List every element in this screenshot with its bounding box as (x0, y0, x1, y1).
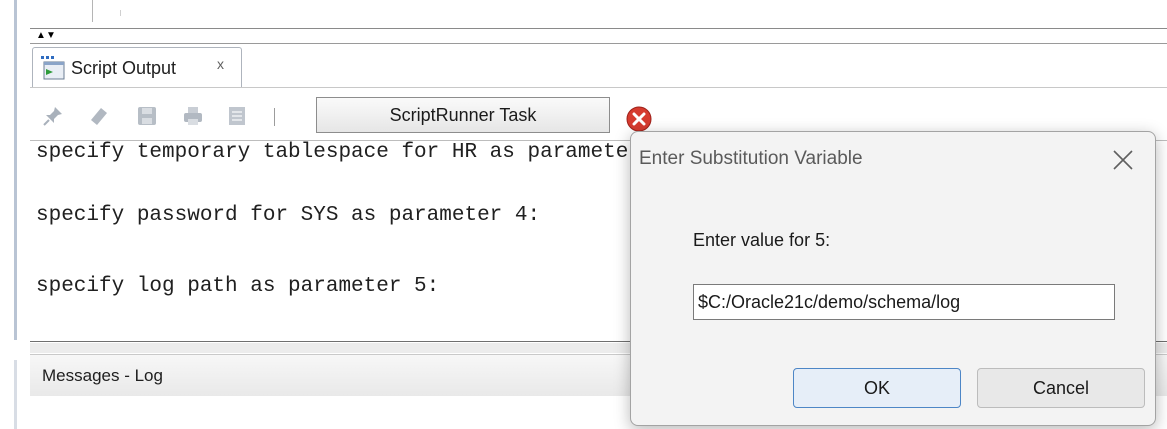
close-icon[interactable] (1103, 140, 1143, 180)
dialog-prompt: Enter value for 5: (693, 230, 831, 250)
pin-icon[interactable] (42, 105, 64, 127)
cancel-button[interactable]: Cancel (977, 368, 1145, 408)
top-separator (92, 0, 93, 22)
messages-log-label: Messages - Log (42, 366, 163, 385)
ok-button[interactable]: OK (793, 368, 961, 408)
panel-min-max-control[interactable]: ▲ ▼ (34, 30, 58, 42)
save-icon[interactable] (136, 105, 158, 127)
output-line: specify password for SYS as parameter 4: (36, 204, 541, 227)
left-frame-border (14, 0, 17, 340)
output-line: specify temporary tablespace for HR as p… (36, 141, 679, 164)
dialog-title: Enter Substitution Variable (639, 148, 863, 169)
triangle-up-icon[interactable]: ▲ (36, 30, 46, 42)
close-icon[interactable]: x (217, 56, 224, 72)
task-label: ScriptRunner Task (389, 104, 537, 125)
print-icon[interactable] (182, 105, 204, 127)
output-line: specify log path as parameter 5: (36, 275, 440, 298)
eraser-icon[interactable] (88, 105, 110, 127)
script-output-icon (41, 56, 65, 80)
top-tick (120, 10, 121, 16)
panel-divider (30, 43, 1167, 44)
top-strip (0, 0, 1167, 30)
triangle-down-icon[interactable]: ▼ (46, 30, 56, 42)
substitution-value-input[interactable] (693, 284, 1115, 320)
tab-script-output[interactable]: Script Output x (32, 47, 242, 87)
toolbar-separator (274, 108, 275, 126)
tab-label: Script Output (71, 58, 177, 78)
task-selector[interactable]: ScriptRunner Task (316, 97, 610, 133)
substitution-variable-dialog: Enter Substitution Variable Enter value … (630, 131, 1156, 426)
file-icon[interactable] (226, 105, 248, 127)
top-divider (30, 28, 1167, 29)
left-frame-border-lower (14, 360, 17, 429)
error-icon[interactable] (626, 106, 652, 132)
tab-underline (30, 87, 1167, 88)
